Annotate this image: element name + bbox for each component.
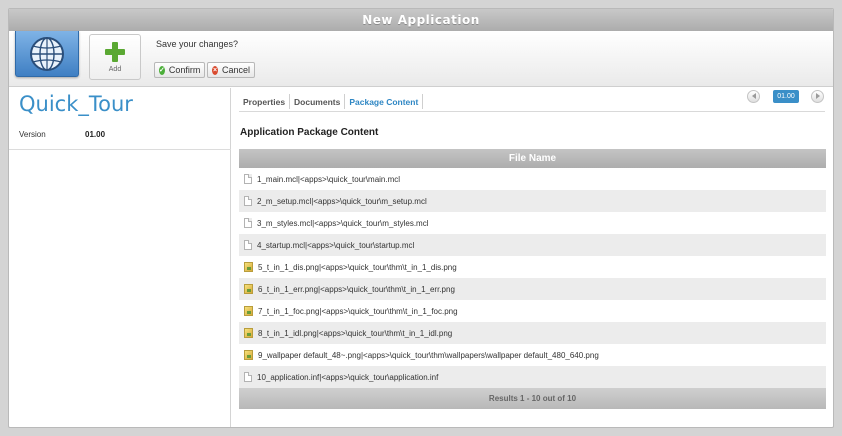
file-icon	[244, 196, 252, 206]
chevron-left-icon	[751, 93, 756, 99]
next-version-button[interactable]	[811, 89, 824, 103]
file-name: 3_m_styles.mcl|<apps>\quick_tour\m_style…	[257, 218, 429, 228]
add-button[interactable]: Add	[89, 34, 141, 80]
tab-documents[interactable]: Documents	[290, 94, 346, 109]
save-prompt: Save your changes?	[156, 39, 239, 49]
plus-icon	[105, 42, 125, 62]
cancel-button[interactable]: × Cancel	[207, 62, 255, 78]
version-badge: 01.00	[773, 89, 799, 103]
confirm-label: Confirm	[168, 65, 201, 75]
column-header-file-name[interactable]: File Name	[239, 149, 826, 168]
tab-underline	[239, 111, 825, 112]
file-icon	[244, 372, 252, 382]
file-name: 10_application.inf|<apps>\quick_tour\app…	[257, 372, 439, 382]
file-name: 1_main.mcl|<apps>\quick_tour\main.mcl	[257, 174, 401, 184]
package-content-grid: File Name 1_main.mcl|<apps>\quick_tour\m…	[239, 149, 826, 409]
file-row[interactable]: 4_startup.mcl|<apps>\quick_tour\startup.…	[239, 234, 826, 256]
chevron-right-icon	[815, 93, 820, 99]
file-row[interactable]: 9_wallpaper default_48~.png|<apps>\quick…	[239, 344, 826, 366]
file-name: 8_t_in_1_idl.png|<apps>\quick_tour\thm\t…	[258, 328, 453, 338]
file-name: 2_m_setup.mcl|<apps>\quick_tour\m_setup.…	[257, 196, 427, 206]
cancel-icon: ×	[212, 65, 218, 75]
file-list: 1_main.mcl|<apps>\quick_tour\main.mcl 2_m…	[239, 168, 826, 388]
file-row[interactable]: 8_t_in_1_idl.png|<apps>\quick_tour\thm\t…	[239, 322, 826, 344]
file-row[interactable]: 3_m_styles.mcl|<apps>\quick_tour\m_style…	[239, 212, 826, 234]
file-name: 9_wallpaper default_48~.png|<apps>\quick…	[258, 350, 599, 360]
image-icon	[244, 284, 253, 294]
version-pager: 01.00	[747, 89, 824, 103]
file-name: 5_t_in_1_dis.png|<apps>\quick_tour\thm\t…	[258, 262, 457, 272]
section-title: Application Package Content	[240, 127, 379, 138]
file-row[interactable]: 7_t_in_1_foc.png|<apps>\quick_tour\thm\t…	[239, 300, 826, 322]
tab-bar: Properties Documents Package Content	[239, 94, 424, 112]
app-info-pane: Quick_Tour Version 01.00	[9, 88, 231, 427]
app-name: Quick_Tour	[19, 92, 133, 116]
results-summary: Results 1 - 10 out of 10	[239, 388, 826, 409]
tab-package-content[interactable]: Package Content	[345, 94, 424, 109]
check-icon: ✓	[159, 65, 165, 75]
image-icon	[244, 328, 253, 338]
image-icon	[244, 350, 253, 360]
file-row[interactable]: 5_t_in_1_dis.png|<apps>\quick_tour\thm\t…	[239, 256, 826, 278]
divider	[9, 149, 231, 150]
cancel-label: Cancel	[221, 65, 250, 75]
toolbar: Add Save your changes? ✓ Confirm × Cance…	[9, 31, 833, 87]
window-title: New Application	[9, 9, 833, 31]
add-button-label: Add	[108, 66, 122, 73]
previous-version-button[interactable]	[747, 89, 760, 103]
file-name: 4_startup.mcl|<apps>\quick_tour\startup.…	[257, 240, 415, 250]
image-icon	[244, 262, 253, 272]
file-icon	[244, 240, 252, 250]
file-icon	[244, 174, 252, 184]
globe-icon	[15, 31, 79, 77]
file-name: 7_t_in_1_foc.png|<apps>\quick_tour\thm\t…	[258, 306, 458, 316]
tab-properties[interactable]: Properties	[239, 94, 291, 109]
application-window: New Application Add Save your changes? ✓…	[8, 8, 834, 428]
file-icon	[244, 218, 252, 228]
confirm-button[interactable]: ✓ Confirm	[154, 62, 205, 78]
version-value: 01.00	[85, 130, 106, 139]
file-row[interactable]: 1_main.mcl|<apps>\quick_tour\main.mcl	[239, 168, 826, 190]
file-name: 6_t_in_1_err.png|<apps>\quick_tour\thm\t…	[258, 284, 455, 294]
image-icon	[244, 306, 253, 316]
file-row[interactable]: 10_application.inf|<apps>\quick_tour\app…	[239, 366, 826, 388]
file-row[interactable]: 6_t_in_1_err.png|<apps>\quick_tour\thm\t…	[239, 278, 826, 300]
version-label: Version	[19, 130, 46, 139]
file-row[interactable]: 2_m_setup.mcl|<apps>\quick_tour\m_setup.…	[239, 190, 826, 212]
